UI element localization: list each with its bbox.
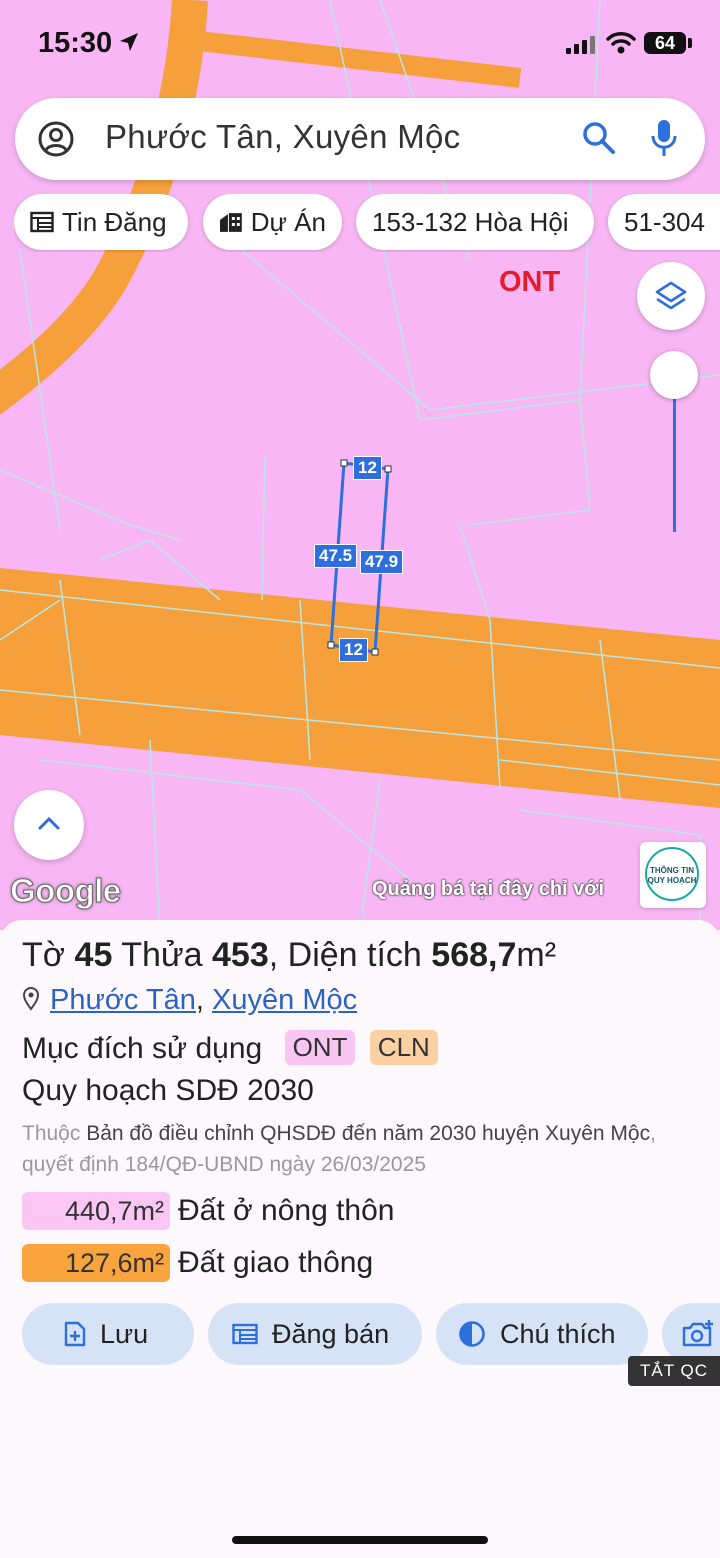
layers-button[interactable] — [637, 262, 705, 330]
add-file-icon — [64, 1321, 86, 1347]
save-label: Lưu — [100, 1318, 149, 1349]
purpose-tag-ont[interactable]: ONT — [284, 1030, 356, 1065]
google-logo: Google — [10, 872, 122, 910]
layers-icon — [655, 281, 687, 310]
search-bar[interactable]: Phước Tân, Xuyên Mộc — [15, 98, 705, 180]
area-label: Diện tích — [287, 936, 422, 974]
search-icon[interactable] — [581, 120, 617, 156]
chip-tin-dang[interactable]: Tin Đăng — [14, 194, 188, 250]
wifi-icon — [606, 32, 636, 54]
post-sale-label: Đăng bán — [272, 1318, 390, 1349]
expand-up-button[interactable] — [14, 790, 84, 860]
chip-label: 153-132 Hòa Hội — [372, 206, 569, 237]
thua-label: Thửa — [121, 936, 203, 974]
plan-description: Thuộc Bản đồ điều chỉnh QHSDĐ đến năm 20… — [22, 1118, 712, 1180]
legend-button[interactable]: Chú thích — [436, 1303, 648, 1365]
account-icon[interactable] — [37, 120, 75, 158]
area-row-road: 127,6m² Đất giao thông — [22, 1244, 373, 1284]
chip-label: Dự Án — [250, 206, 326, 237]
desc-prefix: Thuộc — [22, 1122, 81, 1145]
status-time: 15:30 — [38, 27, 113, 59]
parcel-location: Phước Tân, Xuyên Mộc — [22, 984, 357, 1017]
area-value: 568,7 — [431, 936, 517, 974]
home-indicator[interactable] — [232, 1536, 488, 1544]
contrast-icon — [459, 1321, 485, 1347]
ward-link[interactable]: Phước Tân — [50, 984, 196, 1016]
listing-icon — [232, 1323, 258, 1345]
area-unit: m² — [516, 936, 557, 974]
desc-main: Bản đồ điều chỉnh QHSDĐ đến năm 2030 huy… — [86, 1122, 651, 1145]
area-value-residential: 440,7m² — [22, 1192, 170, 1230]
to-value: 45 — [74, 936, 113, 974]
turn-off-ads-button[interactable]: TẮT QC — [628, 1356, 720, 1386]
building-icon — [219, 213, 242, 232]
post-sale-button[interactable]: Đăng bán — [208, 1303, 422, 1365]
dimension-left: 47.5 — [314, 544, 358, 568]
filter-chips: Tin Đăng Dự Án 153-132 Hòa Hội 51-304 — [14, 194, 720, 252]
dimension-right: 47.9 — [360, 550, 404, 574]
area-row-residential: 440,7m² Đất ở nông thôn — [22, 1192, 395, 1232]
chevron-up-icon — [38, 816, 60, 830]
location-arrow-icon — [120, 33, 138, 51]
action-buttons: Lưu Đăng bán Chú thích — [22, 1303, 720, 1365]
ad-banner-text[interactable]: Quảng bá tại đây chỉ với — [372, 878, 642, 901]
chip-du-an[interactable]: Dự Án — [203, 194, 342, 250]
purpose-label: Mục đích sử dụng — [22, 1032, 263, 1065]
opacity-slider-knob[interactable] — [650, 351, 698, 399]
battery-indicator: 64 — [644, 32, 686, 54]
search-input[interactable]: Phước Tân, Xuyên Mộc — [105, 118, 460, 156]
dimension-bottom: 12 — [339, 638, 368, 662]
chip-label: Tin Đăng — [62, 206, 167, 237]
dimension-top: 12 — [353, 456, 382, 480]
area-value-road: 127,6m² — [22, 1244, 170, 1282]
zone-label: ONT — [499, 266, 561, 298]
quy-hoach-logo-text: THÔNG TIN QUY HOẠCH — [645, 847, 699, 901]
quy-hoach-logo[interactable]: THÔNG TIN QUY HOẠCH — [640, 842, 706, 908]
area-label-road: Đất giao thông — [178, 1246, 374, 1279]
district-link[interactable]: Xuyên Mộc — [212, 984, 357, 1016]
usage-purpose: Mục đích sử dụng ONT CLN — [22, 1030, 438, 1066]
location-pin-icon — [22, 987, 40, 1011]
status-bar: 15:30 64 — [0, 0, 720, 88]
cellular-signal-icon — [566, 36, 595, 54]
legend-label: Chú thích — [500, 1318, 616, 1349]
battery-tip — [688, 38, 692, 48]
to-label: Tờ — [22, 936, 66, 974]
opacity-slider-track[interactable] — [673, 378, 676, 532]
save-button[interactable]: Lưu — [22, 1303, 194, 1365]
purpose-tag-cln[interactable]: CLN — [369, 1030, 438, 1065]
thua-value: 453 — [212, 936, 269, 974]
chip-label: 51-304 — [624, 206, 705, 237]
chip-recent-parcel[interactable]: 153-132 Hòa Hội — [356, 194, 594, 250]
area-label-residential: Đất ở nông thôn — [178, 1194, 395, 1227]
chip-recent-parcel-2[interactable]: 51-304 — [608, 194, 720, 250]
microphone-icon[interactable] — [649, 118, 679, 158]
add-photo-icon — [682, 1320, 713, 1347]
plan-title: Quy hoạch SDĐ 2030 — [22, 1074, 314, 1107]
listing-icon — [30, 211, 54, 233]
parcel-title: Tờ 45 Thửa 453, Diện tích 568,7m² — [22, 936, 557, 974]
